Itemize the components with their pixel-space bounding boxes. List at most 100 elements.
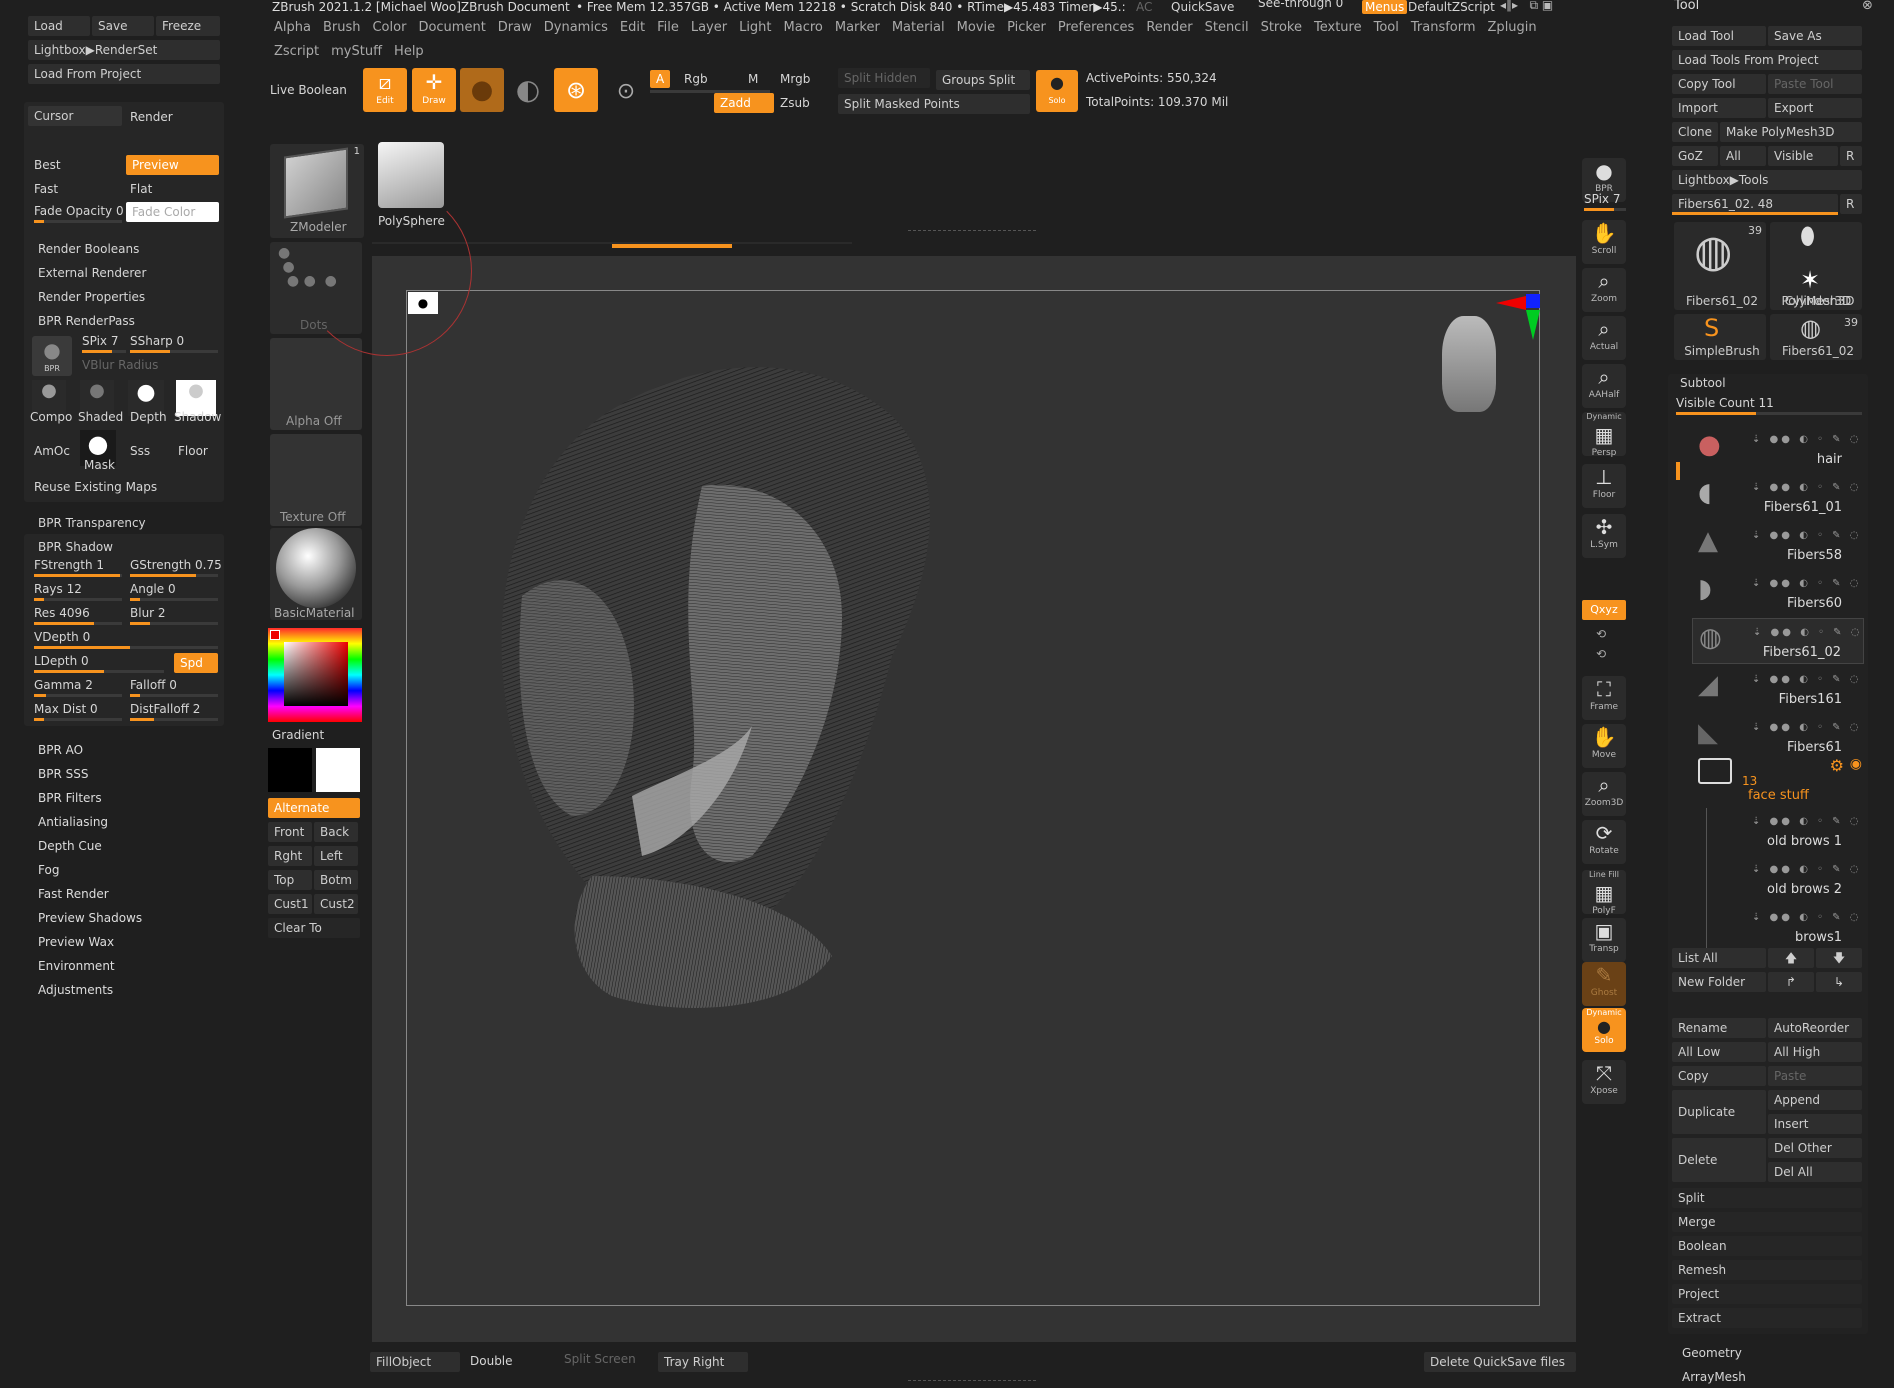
bottom-scroll-grip[interactable] <box>908 1380 1036 1386</box>
gamma-track[interactable] <box>34 694 122 697</box>
spix-track[interactable] <box>82 350 126 353</box>
spd-button[interactable]: Spd <box>174 653 218 673</box>
menu-zplugin[interactable]: Zplugin <box>1482 20 1543 35</box>
subtool-row-fibers61[interactable]: ◣ ⇣ ●● ◐ ◦ ✎ ◌ Fibers61 <box>1692 714 1864 760</box>
folder-move-up-button[interactable]: ↱ <box>1768 972 1814 992</box>
subtool-controls[interactable]: ⇣ ●● ◐ ◦ ✎ ◌ <box>1752 434 1861 445</box>
menus-button[interactable]: Menus <box>1362 0 1408 14</box>
new-folder-button[interactable]: New Folder <box>1672 972 1766 992</box>
secondary-color-swatch[interactable] <box>268 748 312 792</box>
a-button[interactable]: A <box>650 70 671 88</box>
subtool-controls[interactable]: ⇣ ●● ◐ ◦ ✎ ◌ <box>1752 912 1861 923</box>
material-thumb[interactable]: BasicMaterial <box>270 528 362 620</box>
menu-color[interactable]: Color <box>366 20 412 35</box>
scroll-button[interactable]: ✋ Scroll <box>1582 220 1626 264</box>
texture-thumb[interactable]: Texture Off <box>270 434 362 526</box>
tool-thumb-3[interactable]: S SimpleBrush <box>1674 314 1766 360</box>
xyz-symmetry-button[interactable]: Qxyz <box>1582 600 1626 620</box>
rays-slider[interactable]: Rays 12 <box>34 582 82 596</box>
goz-all-button[interactable]: All <box>1720 146 1766 166</box>
render-section-fog[interactable]: Fog <box>38 858 142 882</box>
render-section-fast-render[interactable]: Fast Render <box>38 882 142 906</box>
folder-settings-icon[interactable]: ⚙ <box>1830 756 1844 775</box>
alpha-thumb[interactable]: Alpha Off <box>270 338 362 430</box>
aahalf-button[interactable]: ⌕ AAHalf <box>1582 364 1626 408</box>
fade-opacity-track[interactable] <box>34 220 122 223</box>
load-from-project-button[interactable]: Load From Project <box>28 64 220 84</box>
copy-tool-button[interactable]: Copy Tool <box>1672 74 1766 94</box>
visible-count-track[interactable] <box>1676 412 1862 415</box>
delete-button[interactable]: Delete <box>1672 1138 1766 1182</box>
polyf-button[interactable]: Line Fill ▦ PolyF <box>1582 870 1626 916</box>
rotate-mode-button[interactable]: ⊛ <box>554 68 598 112</box>
import-button[interactable]: Import <box>1672 98 1766 118</box>
blur-track[interactable] <box>130 622 218 625</box>
menu-mystuff[interactable]: myStuff <box>325 44 388 59</box>
subtool-action-merge[interactable]: Merge <box>1672 1212 1862 1232</box>
menu-tool[interactable]: Tool <box>1368 20 1405 35</box>
bpr-render-icon[interactable]: ● BPR <box>32 336 72 376</box>
ldepth-slider[interactable]: LDepth 0 <box>34 654 89 668</box>
back-button[interactable]: Back <box>314 822 358 842</box>
double-button[interactable]: Double <box>470 1354 513 1368</box>
xpose-button[interactable]: ⤧ Xpose <box>1582 1060 1626 1104</box>
render-section-bpr-ao[interactable]: BPR AO <box>38 738 142 762</box>
subtool-controls[interactable]: ⇣ ●● ◐ ◦ ✎ ◌ <box>1753 627 1862 638</box>
botm-button[interactable]: Botm <box>314 870 358 890</box>
render-section-bpr-sss[interactable]: BPR SSS <box>38 762 142 786</box>
menu-stencil[interactable]: Stencil <box>1199 20 1255 35</box>
duplicate-button[interactable]: Duplicate <box>1672 1090 1766 1134</box>
vblur-radius-slider[interactable]: VBlur Radius <box>82 358 158 372</box>
menu-material[interactable]: Material <box>886 20 951 35</box>
clone-button[interactable]: Clone <box>1672 122 1718 142</box>
menu-movie[interactable]: Movie <box>951 20 1001 35</box>
goz-r-button[interactable]: R <box>1840 146 1862 166</box>
spix-right-label[interactable]: SPix 7 <box>1584 192 1620 206</box>
res-slider[interactable]: Res 4096 <box>34 606 90 620</box>
rght-button[interactable]: Rght <box>268 846 312 866</box>
fstrength-slider[interactable]: FStrength 1 <box>34 558 104 572</box>
ssharp-slider[interactable]: SSharp 0 <box>130 334 184 348</box>
autoreorder-button[interactable]: AutoReorder <box>1768 1018 1862 1038</box>
menu-transform[interactable]: Transform <box>1405 20 1482 35</box>
rename-button[interactable]: Rename <box>1672 1018 1766 1038</box>
canvas-scroll-grip-top[interactable] <box>908 230 1036 236</box>
subtool-row-fibers61_01[interactable]: ◖ ⇣ ●● ◐ ◦ ✎ ◌ Fibers61_01 <box>1692 474 1864 520</box>
folder-visibility-icon[interactable]: ◉ <box>1850 756 1862 772</box>
persp-button[interactable]: Dynamic ▦ Persp <box>1582 412 1626 458</box>
current-tool-slider[interactable]: Fibers61_02. 48 <box>1672 194 1838 214</box>
dynamic-solo-button[interactable]: ● Solo <box>1036 70 1078 112</box>
left-button[interactable]: Left <box>314 846 358 866</box>
render-section-preview-wax[interactable]: Preview Wax <box>38 930 142 954</box>
menu-light[interactable]: Light <box>733 20 777 35</box>
distfalloff-track[interactable] <box>130 718 218 721</box>
all-high-button[interactable]: All High <box>1768 1042 1862 1062</box>
menu-preferences[interactable]: Preferences <box>1052 20 1140 35</box>
subtool-action-split[interactable]: Split <box>1672 1188 1862 1208</box>
main-color-swatch[interactable] <box>270 630 280 640</box>
mrgb-button[interactable]: Mrgb <box>780 72 810 86</box>
live-boolean-button[interactable]: Live Boolean <box>270 83 347 97</box>
insert-button[interactable]: Insert <box>1768 1114 1862 1134</box>
max-dist-slider[interactable]: Max Dist 0 <box>34 702 98 716</box>
subtool-action-extract[interactable]: Extract <box>1672 1308 1862 1328</box>
load-button[interactable]: Load <box>28 16 90 36</box>
subtool-header[interactable]: Subtool <box>1680 376 1726 390</box>
split-masked-points-button[interactable]: Split Masked Points <box>838 94 1030 114</box>
list-all-button[interactable]: List All <box>1672 948 1766 968</box>
split-screen-button[interactable]: Split Screen <box>564 1352 636 1366</box>
floor-pass[interactable]: Floor <box>178 444 208 458</box>
cursor-button[interactable]: Cursor <box>28 106 122 126</box>
primary-color-swatch[interactable] <box>316 748 360 792</box>
lightbox-renderset-button[interactable]: Lightbox▶RenderSet <box>28 40 220 60</box>
default-zscript-button[interactable]: DefaultZScript <box>1408 0 1495 14</box>
current-tool-track[interactable] <box>1672 212 1838 215</box>
visible-count-slider[interactable]: Visible Count 11 <box>1676 396 1774 410</box>
gstrength-slider[interactable]: GStrength 0.75 <box>130 558 222 572</box>
menu-dynamics[interactable]: Dynamics <box>538 20 614 35</box>
spix-right-track[interactable] <box>1584 208 1626 211</box>
cust2-button[interactable]: Cust2 <box>314 894 358 914</box>
goz-button[interactable]: GoZ <box>1672 146 1718 166</box>
solo-right-button[interactable]: Dynamic ● Solo <box>1582 1008 1626 1052</box>
subtool-action-boolean[interactable]: Boolean <box>1672 1236 1862 1256</box>
